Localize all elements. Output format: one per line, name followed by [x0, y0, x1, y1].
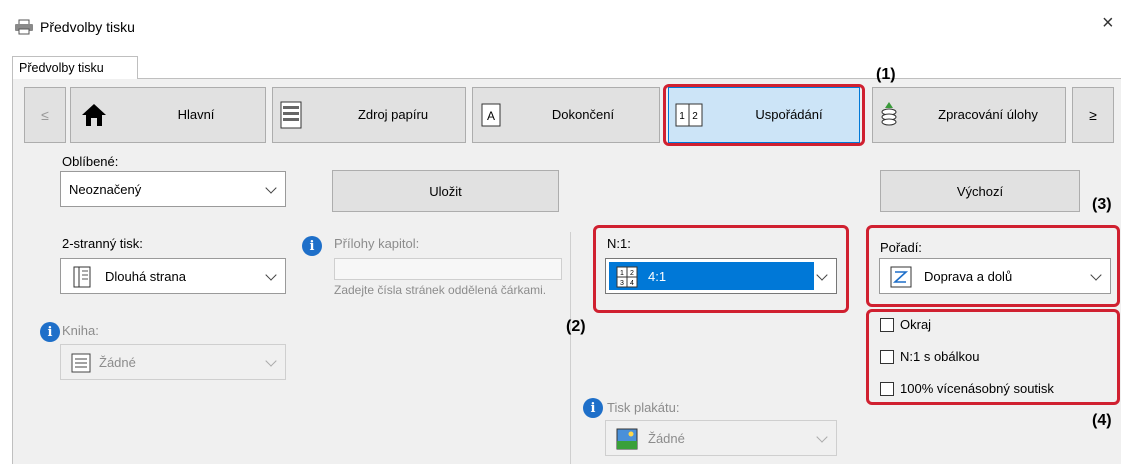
nav-button-job-handling[interactable]: Zpracování úlohy [872, 87, 1066, 143]
duplex-label: 2-stranný tisk: [62, 236, 143, 251]
callout-3: (3) [1092, 196, 1112, 213]
separator [570, 232, 571, 464]
poster-label: Tisk plakátu: [607, 400, 680, 415]
chevron-down-icon [265, 182, 277, 194]
book-select[interactable]: Žádné [60, 344, 286, 380]
multi-overlay-label: 100% vícenásobný soutisk [900, 381, 1054, 396]
callout-2: (2) [566, 318, 586, 335]
poster-value: Žádné [648, 430, 685, 446]
poster-image-icon [616, 428, 638, 450]
favorites-select[interactable]: Neoznačený [60, 171, 286, 207]
home-icon [82, 104, 106, 126]
nup-cover-label: N:1 s obálkou [900, 349, 980, 364]
nav-label-job-handling: Zpracování úlohy [938, 107, 1038, 122]
multi-overlay-checkbox[interactable] [880, 382, 894, 396]
window-title: Předvolby tisku [40, 19, 135, 35]
margin-label: Okraj [900, 317, 932, 332]
close-button[interactable]: × [1102, 12, 1114, 35]
tab-print-preferences[interactable]: Předvolby tisku [12, 56, 138, 79]
callout-1: (1) [876, 66, 896, 83]
nav-button-main[interactable]: Hlavní [70, 87, 266, 143]
nav-label-finishing: Dokončení [551, 107, 615, 122]
highlight-order [866, 225, 1120, 307]
favorites-value: Neoznačený [69, 181, 142, 197]
default-button[interactable]: Výchozí [880, 170, 1080, 212]
duplex-long-edge-icon [73, 266, 91, 288]
info-icon: i [302, 236, 322, 256]
paper-tray-icon [280, 101, 302, 129]
printer-icon [15, 19, 33, 35]
duplex-select[interactable]: Dlouhá strana [60, 258, 286, 294]
tab-strip-line [12, 78, 1121, 79]
chevron-down-icon [816, 431, 828, 443]
chapters-input[interactable] [334, 258, 562, 280]
nup-cover-checkbox[interactable] [880, 350, 894, 364]
highlight-layout-tab [663, 84, 865, 146]
info-icon: i [40, 322, 60, 342]
svg-text:A: A [487, 109, 495, 123]
info-icon: i [583, 398, 603, 418]
book-none-icon [71, 353, 91, 373]
nav-prev-glyph: ≤ [41, 107, 49, 123]
book-value: Žádné [99, 354, 136, 370]
chapters-label: Přílohy kapitol: [334, 236, 420, 251]
chevron-down-icon [265, 269, 277, 281]
margin-checkbox[interactable] [880, 318, 894, 332]
book-label: Kniha: [62, 323, 99, 338]
finishing-icon: A [481, 103, 501, 127]
nav-button-paper-source[interactable]: Zdroj papíru [272, 87, 466, 143]
chapters-hint: Zadejte čísla stránek oddělená čárkami. [334, 283, 547, 297]
nav-prev-button[interactable]: ≤ [24, 87, 66, 143]
nav-label-main: Hlavní [177, 107, 215, 122]
chevron-down-icon [265, 355, 277, 367]
highlight-nup [593, 225, 849, 313]
save-button[interactable]: Uložit [332, 170, 559, 212]
poster-select[interactable]: Žádné [605, 420, 837, 456]
title-bar [0, 0, 1121, 44]
nav-label-paper-source: Zdroj papíru [357, 107, 429, 122]
nav-next-button[interactable]: ≥ [1072, 87, 1114, 143]
nav-button-finishing[interactable]: A Dokončení [472, 87, 660, 143]
nav-next-glyph: ≥ [1089, 107, 1097, 123]
callout-4: (4) [1092, 412, 1112, 429]
duplex-value: Dlouhá strana [105, 268, 186, 284]
job-handling-icon [881, 102, 897, 126]
favorites-label: Oblíbené: [62, 154, 119, 169]
